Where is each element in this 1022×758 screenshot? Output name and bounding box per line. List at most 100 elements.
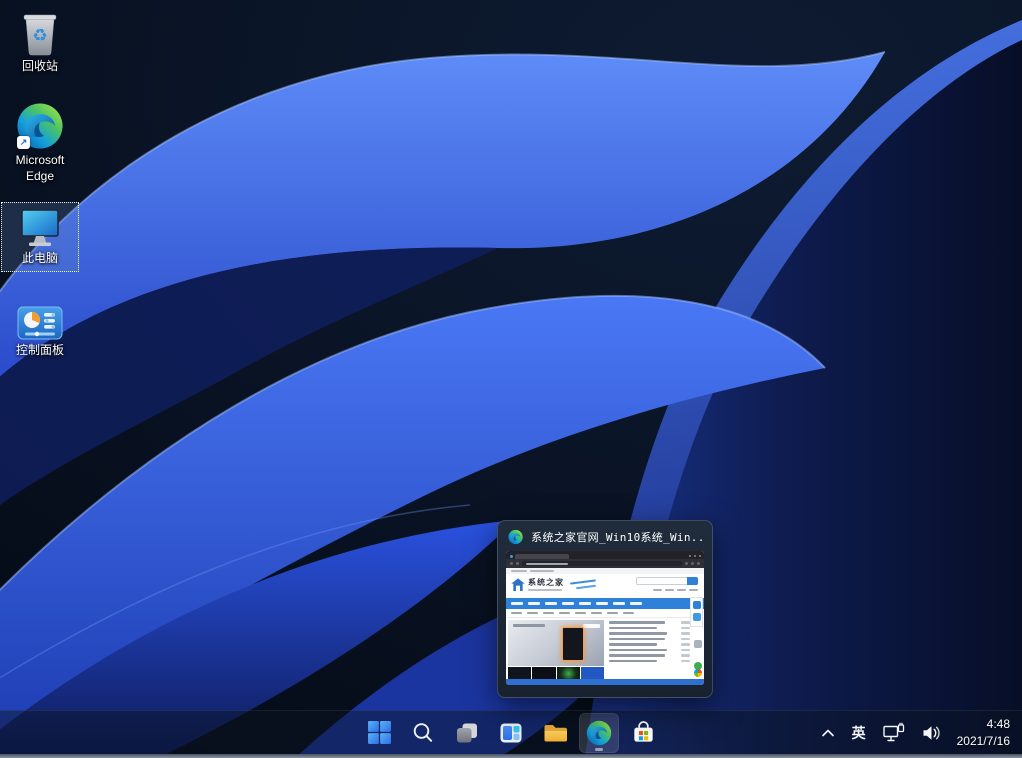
list-date-bar [681,660,690,663]
bookmark-item [511,570,527,572]
subnav-item-bar [575,612,586,614]
system-tray: 英 4:48 2021/7/16 [815,711,1014,754]
list-row [609,654,690,657]
list-row [609,627,690,630]
folder-icon [542,719,569,746]
hot-link-bar [665,589,674,591]
list-date-bar [681,632,690,635]
desktop-icon-label: Microsoft Edge [4,153,76,184]
hero-thumbnails [508,667,604,679]
clock-date: 2021/7/16 [957,733,1010,749]
taskbar-search-button[interactable] [403,713,443,753]
control-panel-icon [17,306,63,340]
subnav-item-bar [607,612,618,614]
site-nav-bar [506,598,704,609]
hero-image [508,620,604,666]
tray-ime-button[interactable]: 英 [847,715,871,751]
hero-column [508,620,604,679]
taskview-icon [454,720,480,746]
list-title-bar [609,632,667,635]
subnav-item-bar [623,612,634,614]
service-float-panel [690,597,703,627]
list-title-bar [609,654,665,657]
tray-network-button[interactable] [877,715,910,751]
nav-item-bar [545,602,557,605]
list-date-bar [681,638,690,641]
network-icon [882,722,905,743]
service-icon [693,601,701,609]
store-icon [630,719,657,746]
tray-volume-button[interactable] [916,715,947,751]
list-title-bar [609,643,657,646]
taskbar-widgets-button[interactable] [491,713,531,753]
list-title-bar [609,649,667,652]
hot-link-bar [689,589,698,591]
download-list [604,618,704,679]
maximize-icon [694,555,696,557]
nav-item-bar [528,602,540,605]
taskbar-preview-popup[interactable]: 系统之家官网_Win10系统_Win... [497,520,713,698]
hero-windows-badge [583,624,600,628]
subnav-item-bar [527,612,538,614]
list-date-bar [681,649,690,652]
list-row [609,638,690,641]
profile-icon [691,562,694,565]
site-footer-bar [506,679,704,685]
desktop-icon-control-panel[interactable]: 控制面板 [1,300,79,364]
list-date-bar [681,627,690,630]
site-tagline-bar [528,589,562,591]
list-row [609,621,690,624]
hero-thumb [581,667,604,679]
taskbar-store-button[interactable] [623,713,663,753]
nav-item-bar [630,602,642,605]
preview-thumbnail[interactable]: 系统之家 [506,551,704,685]
service-icon [693,613,701,621]
desktop-icon-label: 此电脑 [22,251,58,267]
windows-logo-icon [694,669,702,677]
list-date-bar [681,621,690,624]
site-header: 系统之家 [506,574,704,598]
desktop-icon-recycle-bin[interactable]: ♻ 回收站 [1,6,79,80]
site-search-box [636,577,698,585]
browser-address-bar [506,559,704,568]
taskbar-center-group [359,711,663,754]
site-search-button [687,577,698,585]
subnav-item-bar [511,612,522,614]
site-subnav-bar [506,609,704,618]
taskbar-explorer-button[interactable] [535,713,575,753]
tray-chevron-button[interactable] [815,715,841,751]
hot-links-row [653,589,698,591]
svg-text:♻: ♻ [32,26,47,45]
desktop-icon-label: 控制面板 [16,343,64,359]
taskbar-start-button[interactable] [359,713,399,753]
url-text [526,563,568,565]
side-icon [694,640,702,648]
taskbar-edge-button[interactable] [579,713,619,753]
hot-link-bar [653,589,662,591]
search-icon [411,721,435,745]
ime-label: 英 [852,723,866,743]
hero-thumb [508,667,531,679]
nav-item-bar [613,602,625,605]
forward-icon [516,562,519,565]
taskbar: 英 4:48 2021/7/16 [0,710,1022,754]
nav-item-bar [579,602,591,605]
desktop-icon-microsoft-edge[interactable]: ↗ Microsoft Edge [1,96,79,189]
hero-caption-bar [513,624,545,627]
desktop-icon-this-pc[interactable]: 此电脑 [1,202,79,272]
list-title-bar [609,660,657,663]
list-title-bar [609,638,665,641]
list-row [609,649,690,652]
star-icon [685,562,688,565]
bookmark-item [530,570,554,572]
this-pc-icon [18,208,62,248]
recycle-bin-icon: ♻ [20,12,60,56]
hero-thumb [532,667,555,679]
tray-clock[interactable]: 4:48 2021/7/16 [953,716,1014,748]
back-icon [510,562,513,565]
speaker-icon [921,723,942,743]
slogan-bar [570,579,596,584]
taskbar-taskview-button[interactable] [447,713,487,753]
site-logo-icon [510,577,526,593]
list-date-bar [681,654,690,657]
